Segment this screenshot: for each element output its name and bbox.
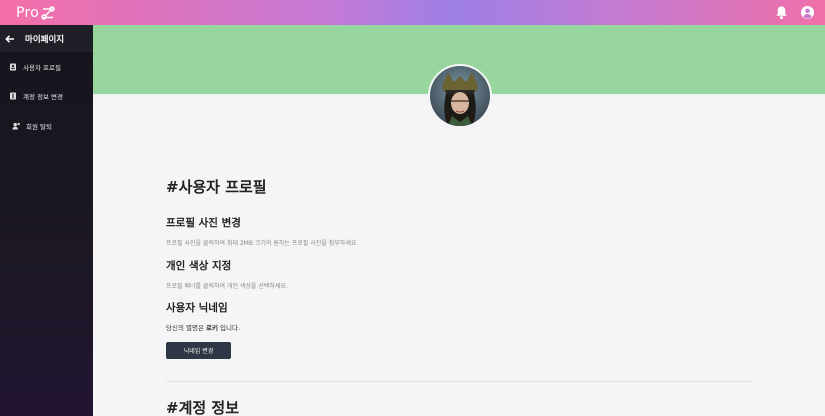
- sidebar-item-label: 계정 정보 변경: [23, 93, 64, 101]
- user-circle-icon[interactable]: [800, 5, 815, 20]
- logo-text: Pro: [16, 4, 40, 21]
- arrow-left-icon: [5, 34, 14, 43]
- nickname-suffix: 입니다.: [217, 324, 241, 332]
- avatar-image: [430, 66, 490, 126]
- user-remove-icon: [12, 122, 20, 130]
- sidebar-item-profile[interactable]: 사용자 프로필: [0, 57, 93, 77]
- profile-avatar[interactable]: [428, 64, 492, 128]
- back-to-mypage[interactable]: 마이페이지: [0, 25, 93, 52]
- section-divider: [166, 381, 752, 382]
- sidebar-item-withdraw[interactable]: 회원 탈퇴: [0, 116, 93, 136]
- color-section-desc: 프로필 배너를 클릭하여 개인 색상을 선택하세요.: [166, 283, 288, 290]
- nickname-text: 당신의 별명은 로키 입니다.: [166, 322, 240, 332]
- pro-link-icon: [41, 5, 55, 20]
- sidebar-title: 마이페이지: [25, 34, 65, 45]
- sidebar-item-account[interactable]: 계정 정보 변경: [0, 86, 93, 106]
- sidebar-item-label: 사용자 프로필: [23, 64, 61, 72]
- nickname-prefix: 당신의 별명은: [166, 324, 207, 332]
- nickname-section-title: 사용자 닉네임: [166, 302, 228, 314]
- sidebar: 마이페이지 사용자 프로필 계정 정보 변경 회원 탈퇴: [0, 25, 93, 416]
- account-section-title: #계정 정보: [166, 399, 239, 416]
- top-bar: Pro: [0, 0, 825, 25]
- bell-icon[interactable]: [774, 5, 789, 20]
- photo-section-title: 프로필 사진 변경: [166, 217, 241, 229]
- nickname-value: 로키: [206, 324, 218, 332]
- color-section-title: 개인 색상 지정: [166, 260, 232, 272]
- logo[interactable]: Pro: [16, 3, 55, 22]
- page-title: #사용자 프로필: [166, 178, 267, 196]
- change-nickname-button[interactable]: 닉네임 변경: [166, 342, 231, 359]
- account-edit-icon: [10, 92, 16, 100]
- profile-card-icon: [10, 63, 16, 71]
- photo-section-desc: 프로필 사진을 클릭하여 최대 2MB 크기의 원하는 프로필 사진을 첨부하세…: [166, 240, 359, 247]
- sidebar-item-label: 회원 탈퇴: [26, 123, 52, 131]
